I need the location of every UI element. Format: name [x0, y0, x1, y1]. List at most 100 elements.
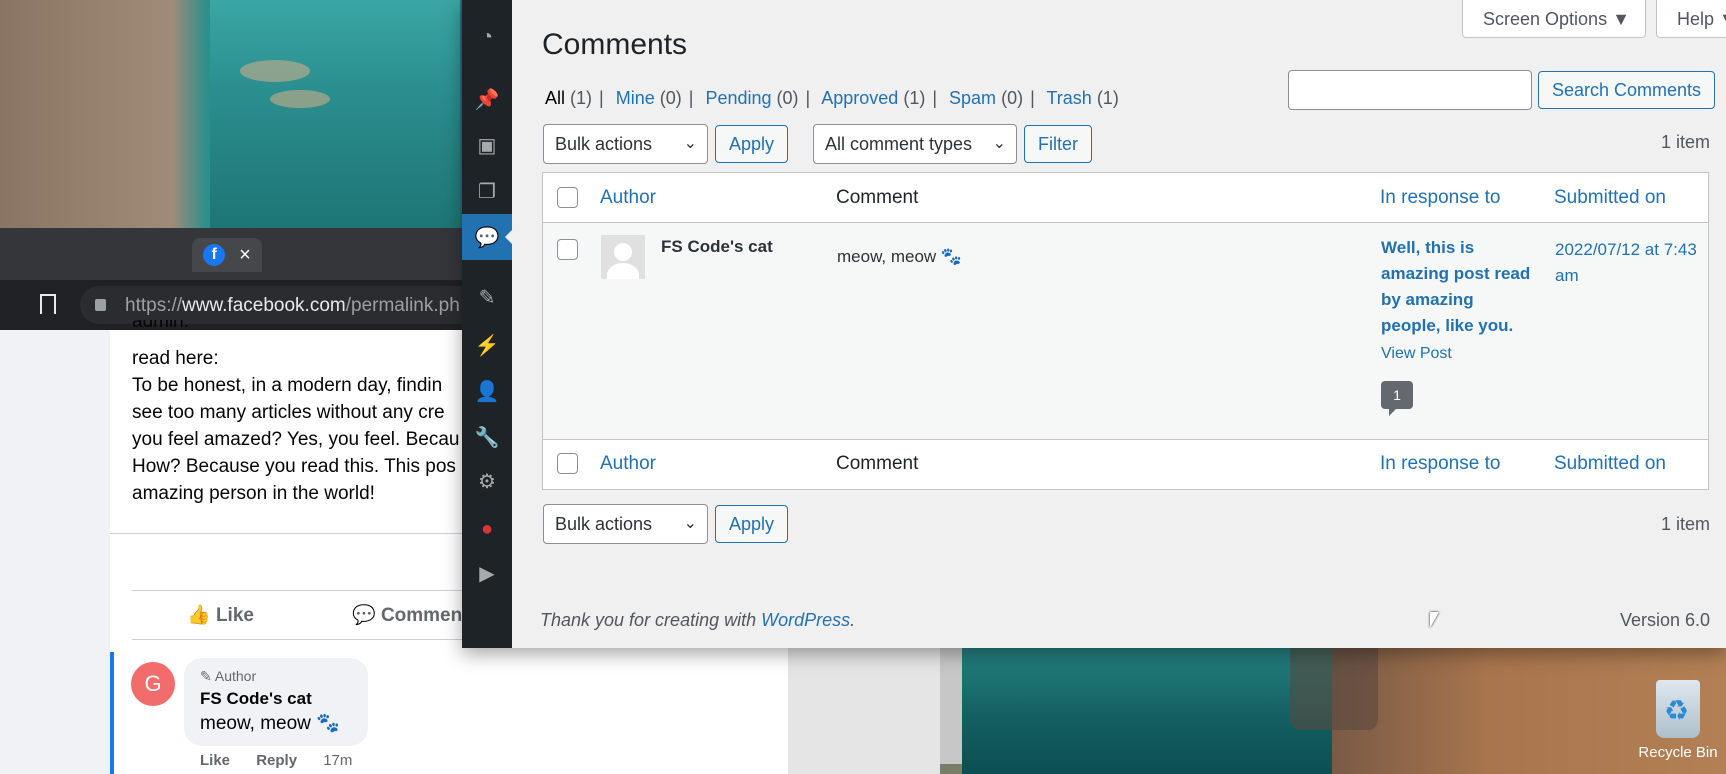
recycle-bin[interactable]: Recycle Bin [1630, 680, 1726, 761]
view-post-link[interactable]: View Post [1381, 345, 1452, 363]
url-domain: www.facebook.com [182, 295, 346, 316]
browser-tab-facebook[interactable]: f × [192, 238, 262, 272]
comments-screen: Screen Options ▼ Help ▼ Comments All (1)… [512, 0, 1726, 648]
search-comments-button[interactable]: Search Comments [1538, 71, 1716, 109]
filter-all[interactable]: All (1) [545, 88, 592, 108]
chevron-down-icon: ⌄ [992, 135, 1006, 152]
filter-button[interactable]: Filter [1024, 125, 1092, 163]
chevron-down-icon: ⌄ [683, 515, 697, 532]
comment-author: FS Code's cat [661, 237, 773, 256]
filter-mine[interactable]: Mine (0) [616, 88, 682, 108]
admin-footer: Thank you for creating with WordPress. [540, 610, 855, 631]
desktop-wallpaper [210, 0, 460, 230]
url-field[interactable]: https://www.facebook.com/permalink.ph [80, 286, 462, 324]
comment-reply-link[interactable]: Reply [256, 752, 297, 769]
avatar [601, 235, 645, 279]
pin-icon[interactable]: 📌 [474, 86, 500, 112]
post-actions: 👍 Like 💬 Commen [132, 590, 472, 640]
post-line: you feel amazed? Yes, you feel. Becau [132, 429, 460, 450]
comment-meta: Like Reply 17m [200, 752, 374, 769]
facebook-icon: f [203, 244, 226, 266]
filter-trash[interactable]: Trash (1) [1046, 88, 1118, 108]
divider [110, 533, 470, 534]
comments-icon[interactable]: 💬 [474, 224, 500, 250]
bulk-actions-select[interactable]: Bulk actions ⌄ [543, 124, 708, 164]
browser-tab-strip: f × [0, 228, 462, 280]
filter-spam[interactable]: Spam (0) [949, 88, 1023, 108]
comment-highlight-bar [110, 652, 114, 774]
post-line: To be honest, in a modern day, findin [132, 375, 443, 396]
column-author[interactable]: Author [600, 453, 656, 475]
appearance-icon[interactable]: ✎ [474, 284, 500, 310]
apply-button-bottom[interactable]: Apply [715, 505, 789, 543]
wallpaper-shape [270, 90, 330, 108]
author-badge-label: Author [214, 668, 257, 684]
like-label: Like [215, 605, 254, 626]
post-line: How? Because you read this. This pos [132, 456, 456, 477]
media-icon[interactable]: ▣ [474, 132, 500, 158]
like-button[interactable]: 👍 Like [187, 603, 254, 627]
comment-types-select[interactable]: All comment types ⌄ [813, 124, 1017, 164]
table-row: FS Code's cat meow, meow 🐾 Well, this is… [543, 223, 1708, 439]
column-in-response-to[interactable]: In response to [1380, 453, 1500, 475]
response-post-link[interactable]: Well, this is amazing post read by amazi… [1381, 235, 1531, 339]
submitted-date-link[interactable]: 2022/07/12 at 7:43 am [1555, 237, 1705, 289]
wordpress-link[interactable]: WordPress [761, 610, 850, 630]
commenter-name[interactable]: FS Code's cat [200, 689, 352, 709]
tools-icon[interactable]: 🔧 [474, 424, 500, 450]
select-all-checkbox-footer[interactable] [557, 453, 578, 474]
help-button[interactable]: Help ▼ [1656, 0, 1726, 38]
column-submitted-on[interactable]: Submitted on [1554, 453, 1666, 475]
recycle-bin-label: Recycle Bin [1638, 744, 1718, 761]
settings-icon[interactable]: ⚙ [474, 468, 500, 494]
comment-text: meow, meow 🐾 [837, 247, 963, 266]
screen-options-button[interactable]: Screen Options ▼ [1462, 0, 1646, 38]
column-submitted-on[interactable]: Submitted on [1554, 187, 1666, 209]
url-prefix: https:// [125, 295, 183, 316]
lock-icon [95, 299, 106, 311]
post-text: admin. read here: To be honest, in a mod… [132, 320, 472, 507]
pages-icon[interactable]: ❐ [474, 178, 500, 204]
plugin-bulb-icon[interactable]: ● [474, 516, 500, 542]
comment-time[interactable]: 17m [323, 752, 352, 769]
bulk-actions-select-bottom[interactable]: Bulk actions ⌄ [543, 504, 708, 544]
chevron-down-icon: ⌄ [683, 135, 697, 152]
column-comment: Comment [836, 453, 919, 474]
apply-button[interactable]: Apply [715, 125, 789, 163]
close-tab-icon[interactable]: × [239, 244, 251, 267]
users-icon[interactable]: 👤 [474, 378, 500, 404]
version-label: Version 6.0 [1619, 610, 1710, 630]
bookmark-icon[interactable] [40, 294, 56, 314]
post-line: admin. [132, 320, 190, 332]
comment-types-value: All comment types [825, 134, 973, 154]
filter-pending[interactable]: Pending (0) [705, 88, 798, 108]
comments-table: Author Comment In response to Submitted … [542, 172, 1709, 490]
column-in-response-to[interactable]: In response to [1380, 187, 1500, 209]
avatar[interactable]: G [131, 662, 175, 706]
column-author[interactable]: Author [600, 187, 656, 209]
search-input[interactable] [1288, 70, 1532, 110]
row-checkbox[interactable] [557, 239, 578, 260]
post-line: read here: [132, 348, 219, 369]
comment-button[interactable]: 💬 Commen [352, 603, 462, 627]
comment-count-badge[interactable]: 1 [1381, 381, 1413, 416]
filter-approved[interactable]: Approved (1) [821, 88, 925, 108]
play-icon[interactable]: ▶ [474, 560, 500, 586]
post-line: see too many articles without any cre [132, 402, 445, 423]
background-scrollbar [940, 648, 962, 764]
mouse-cursor [1430, 612, 1439, 628]
dashboard-icon[interactable]: ◔ [474, 24, 500, 50]
desktop-wallpaper-shape [1290, 648, 1378, 730]
item-count: 1 item [1660, 132, 1710, 152]
comment-message: meow, meow 🐾 [200, 713, 340, 734]
author-badge: ✎ Author [200, 668, 257, 684]
desktop-wallpaper [962, 648, 1332, 774]
footer-end: . [850, 610, 856, 630]
page-title: Comments [542, 28, 688, 61]
comment-like-link[interactable]: Like [200, 752, 230, 769]
background-window [788, 648, 940, 774]
bulk-actions-value: Bulk actions [555, 134, 653, 154]
select-all-checkbox[interactable] [557, 187, 578, 208]
plugins-icon[interactable]: ⚡ [474, 332, 500, 358]
wordpress-window: ◔ 📌 ▣ ❐ 💬 ✎ ⚡ 👤 🔧 ⚙ ● ▶ Screen Options ▼… [462, 0, 1726, 648]
